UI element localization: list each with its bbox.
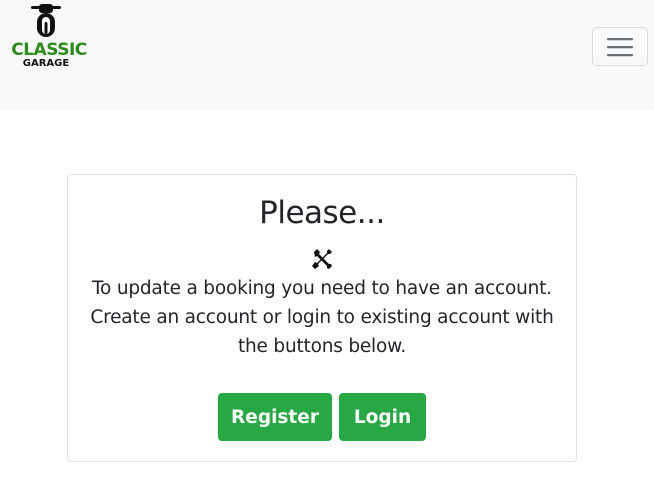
login-required-card: Please... To update a booking you need t… (67, 174, 577, 462)
card-message: To update a booking you need to have an … (90, 278, 554, 357)
hamburger-menu-icon (607, 37, 633, 56)
tools-icon (312, 249, 332, 269)
card-title: Please... (259, 195, 385, 231)
brand-logo[interactable]: CLASSIC GARAGE (0, 4, 98, 72)
navbar-toggler-button[interactable] (592, 27, 648, 66)
login-button[interactable]: Login (339, 393, 426, 441)
navbar: CLASSIC GARAGE (0, 0, 654, 110)
brand-name-line2: GARAGE (22, 58, 70, 69)
register-button[interactable]: Register (218, 393, 332, 441)
brand-name-line1: CLASSIC (11, 40, 87, 60)
motorcycle-logo-icon (31, 4, 61, 37)
